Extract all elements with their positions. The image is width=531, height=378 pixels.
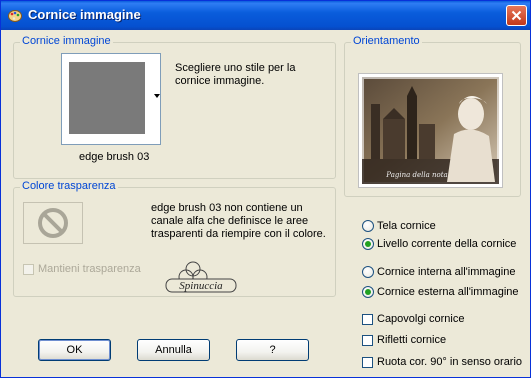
frame-description-line2: cornice immagine. [175, 75, 265, 87]
livello-corrente-label: Livello corrente della cornice [377, 238, 517, 250]
paint-palette-icon [8, 10, 22, 22]
tela-cornice-radio[interactable] [362, 220, 374, 232]
dialog-window: Cornice immagine Cornice immagine Scegli… [0, 0, 531, 378]
frame-style-dropdown[interactable] [61, 53, 161, 145]
frame-name-label: edge brush 03 [79, 151, 150, 163]
capovolgi-checkbox[interactable] [362, 314, 373, 325]
cornice-interna-radio[interactable] [362, 266, 374, 278]
window-title: Cornice immagine [28, 7, 141, 22]
orientation-preview-image: Pagina della nota [358, 73, 503, 188]
transparency-message-line1: edge brush 03 non contiene un [151, 202, 303, 214]
ruota-label: Ruota cor. 90° in senso orario [377, 356, 523, 368]
frame-description-line1: Scegliere uno stile per la [175, 62, 296, 74]
cornice-esterna-radio[interactable] [362, 286, 374, 298]
capovolgi-label: Capovolgi cornice [377, 313, 465, 325]
transparency-message-line3: trasparenti da riempire con il colore. [151, 228, 326, 240]
rifletti-label: Rifletti cornice [377, 334, 447, 346]
annulla-button[interactable]: Annulla [137, 339, 210, 361]
ruota-checkbox[interactable] [362, 357, 373, 368]
help-button[interactable]: ? [236, 339, 309, 361]
cornice-esterna-label: Cornice esterna all'immagine [377, 286, 519, 298]
title-bar[interactable]: Cornice immagine [1, 1, 530, 30]
transparency-color-swatch[interactable] [23, 202, 83, 244]
keep-transparency-label: Mantieni trasparenza [38, 263, 141, 275]
preview-photo: Pagina della nota [360, 75, 501, 186]
cornice-interna-label: Cornice interna all'immagine [377, 266, 516, 278]
rifletti-checkbox[interactable] [362, 335, 373, 346]
keep-transparency-checkbox[interactable] [23, 264, 34, 275]
tela-cornice-label: Tela cornice [377, 220, 436, 232]
frame-group-legend: Cornice immagine [20, 35, 113, 47]
ok-button[interactable]: OK [38, 339, 111, 361]
watermark-logo: Spinuccia [165, 261, 237, 293]
close-icon [511, 10, 522, 21]
preview-caption-text: Pagina della nota [385, 171, 447, 179]
transparency-group-legend: Colore trasparenza [20, 180, 118, 192]
dropdown-arrow-icon [154, 94, 160, 98]
no-symbol-icon [38, 208, 68, 238]
watermark-text: Spinuccia [179, 280, 223, 292]
transparency-message-line2: canale alfa che definisce le aree [151, 215, 309, 227]
livello-corrente-radio[interactable] [362, 238, 374, 250]
orientation-group-legend: Orientamento [351, 35, 422, 47]
close-button[interactable] [506, 5, 527, 26]
frame-sample-image [69, 62, 145, 134]
